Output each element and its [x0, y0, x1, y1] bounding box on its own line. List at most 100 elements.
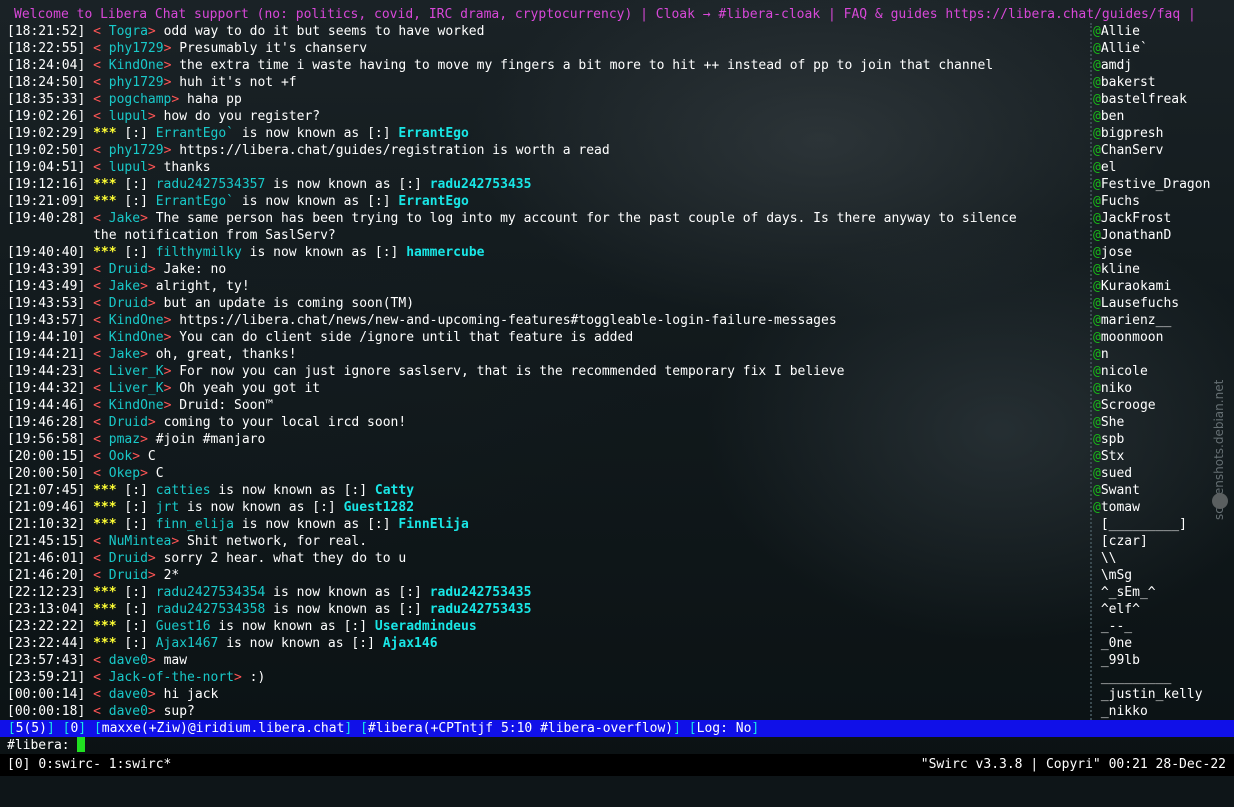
message-nick[interactable]: Druid: [109, 568, 148, 583]
nick-list-item[interactable]: [_________]: [1093, 516, 1187, 533]
message-nick[interactable]: Druid: [109, 296, 148, 311]
nick-list-item[interactable]: _________: [1093, 669, 1171, 686]
new-nick[interactable]: hammercube: [406, 245, 484, 260]
message-nick[interactable]: Jack-of-the-nort: [109, 670, 234, 685]
old-nick[interactable]: filthymilky: [156, 245, 242, 260]
nick-list-item[interactable]: \mSg: [1093, 567, 1132, 584]
message-nick[interactable]: KindOne: [109, 398, 164, 413]
message-nick[interactable]: Okep: [109, 466, 140, 481]
message-nick[interactable]: Togra: [109, 24, 148, 39]
tmux-session[interactable]: [0]: [7, 757, 30, 772]
old-nick[interactable]: radu2427534357: [156, 177, 266, 192]
old-nick[interactable]: jrt: [156, 500, 179, 515]
nick-list-item[interactable]: @Allie`: [1093, 40, 1148, 57]
new-nick[interactable]: Useradmindeus: [375, 619, 477, 634]
nick-name[interactable]: JackFrost: [1101, 211, 1171, 226]
nick-name[interactable]: _0ne: [1101, 636, 1132, 651]
chat-buffer[interactable]: [18:21:52] < Togra> odd way to do it but…: [0, 23, 1090, 720]
nick-name[interactable]: ^_sEm_^: [1101, 585, 1156, 600]
nick-list-item[interactable]: @Festive_Dragon: [1093, 176, 1210, 193]
nick-name[interactable]: sued: [1101, 466, 1132, 481]
nick-list-item[interactable]: @Stx: [1093, 448, 1124, 465]
old-nick[interactable]: radu2427534354: [156, 585, 266, 600]
nick-list-item[interactable]: ^elf^: [1093, 601, 1140, 618]
nick-name[interactable]: ^elf^: [1101, 602, 1140, 617]
message-nick[interactable]: NuMintea: [109, 534, 172, 549]
nick-name[interactable]: _________: [1101, 670, 1171, 685]
nick-name[interactable]: [czar]: [1101, 534, 1148, 549]
message-nick[interactable]: KindOne: [109, 58, 164, 73]
old-nick[interactable]: radu2427534358: [156, 602, 266, 617]
nick-list-item[interactable]: @kline: [1093, 261, 1140, 278]
nick-list-item[interactable]: @spb: [1093, 431, 1124, 448]
new-nick[interactable]: ErrantEgo: [398, 194, 468, 209]
message-nick[interactable]: pogchamp: [109, 92, 172, 107]
old-nick[interactable]: catties: [156, 483, 211, 498]
nick-list-item[interactable]: @JonathanD: [1093, 227, 1171, 244]
message-nick[interactable]: phy1729: [109, 143, 164, 158]
old-nick[interactable]: finn_elija: [156, 517, 234, 532]
nick-list-item[interactable]: @Swant: [1093, 482, 1140, 499]
nick-name[interactable]: n: [1101, 347, 1109, 362]
nick-name[interactable]: \mSg: [1101, 568, 1132, 583]
nick-list-item[interactable]: @moonmoon: [1093, 329, 1163, 346]
nick-list-item[interactable]: _--_: [1093, 618, 1132, 635]
nick-name[interactable]: _nikko: [1101, 704, 1148, 719]
nick-name[interactable]: [_________]: [1101, 517, 1187, 532]
old-nick[interactable]: ErrantEgo`: [156, 126, 234, 141]
nick-list-item[interactable]: @bastelfreak: [1093, 91, 1187, 108]
nick-list-item[interactable]: @Kuraokami: [1093, 278, 1171, 295]
nick-name[interactable]: niko: [1101, 381, 1132, 396]
nick-name[interactable]: Allie`: [1101, 41, 1148, 56]
nick-list-item[interactable]: _99lb: [1093, 652, 1140, 669]
nick-list-item[interactable]: @Fuchs: [1093, 193, 1140, 210]
nick-list-item[interactable]: @amdj: [1093, 57, 1132, 74]
message-nick[interactable]: dave0: [109, 704, 148, 719]
nick-name[interactable]: Scrooge: [1101, 398, 1156, 413]
nick-list-item[interactable]: @n: [1093, 346, 1109, 363]
message-nick[interactable]: phy1729: [109, 75, 164, 90]
new-nick[interactable]: ErrantEgo: [398, 126, 468, 141]
nick-list-item[interactable]: @Allie: [1093, 23, 1140, 40]
new-nick[interactable]: FinnElija: [398, 517, 468, 532]
message-nick[interactable]: dave0: [109, 653, 148, 668]
message-nick[interactable]: Ook: [109, 449, 132, 464]
nick-name[interactable]: bakerst: [1101, 75, 1156, 90]
nick-list-item[interactable]: _justin_kelly: [1093, 686, 1203, 703]
message-nick[interactable]: Druid: [109, 262, 148, 277]
nick-list-item[interactable]: @nicole: [1093, 363, 1148, 380]
nick-name[interactable]: marienz__: [1101, 313, 1171, 328]
nick-name[interactable]: nicole: [1101, 364, 1148, 379]
nick-name[interactable]: Stx: [1101, 449, 1124, 464]
message-nick[interactable]: pmaz: [109, 432, 140, 447]
nick-list-item[interactable]: @She: [1093, 414, 1124, 431]
nick-name[interactable]: ben: [1101, 109, 1124, 124]
nick-name[interactable]: jose: [1101, 245, 1132, 260]
nick-list-item[interactable]: @Scrooge: [1093, 397, 1156, 414]
new-nick[interactable]: radu242753435: [430, 602, 532, 617]
old-nick[interactable]: Ajax1467: [156, 636, 219, 651]
nick-name[interactable]: Kuraokami: [1101, 279, 1171, 294]
nick-name[interactable]: _99lb: [1101, 653, 1140, 668]
nick-name[interactable]: _justin_kelly: [1101, 687, 1203, 702]
new-nick[interactable]: radu242753435: [430, 585, 532, 600]
message-nick[interactable]: Jake: [109, 347, 140, 362]
message-nick[interactable]: Jake: [109, 211, 140, 226]
nick-name[interactable]: bigpresh: [1101, 126, 1164, 141]
nick-list-item[interactable]: @Lausefuchs: [1093, 295, 1179, 312]
nick-list-item[interactable]: @sued: [1093, 465, 1132, 482]
message-nick[interactable]: Liver_K: [109, 381, 164, 396]
message-nick[interactable]: lupul: [109, 160, 148, 175]
nick-list-item[interactable]: @ben: [1093, 108, 1124, 125]
nick-list-item[interactable]: @niko: [1093, 380, 1132, 397]
nick-name[interactable]: spb: [1101, 432, 1124, 447]
nick-name[interactable]: ChanServ: [1101, 143, 1164, 158]
nick-list-item[interactable]: @tomaw: [1093, 499, 1140, 516]
nick-name[interactable]: She: [1101, 415, 1124, 430]
nick-name[interactable]: moonmoon: [1101, 330, 1164, 345]
old-nick[interactable]: ErrantEgo`: [156, 194, 234, 209]
message-nick[interactable]: Druid: [109, 551, 148, 566]
nick-list-item[interactable]: [czar]: [1093, 533, 1148, 550]
nick-name[interactable]: el: [1101, 160, 1117, 175]
message-nick[interactable]: KindOne: [109, 330, 164, 345]
